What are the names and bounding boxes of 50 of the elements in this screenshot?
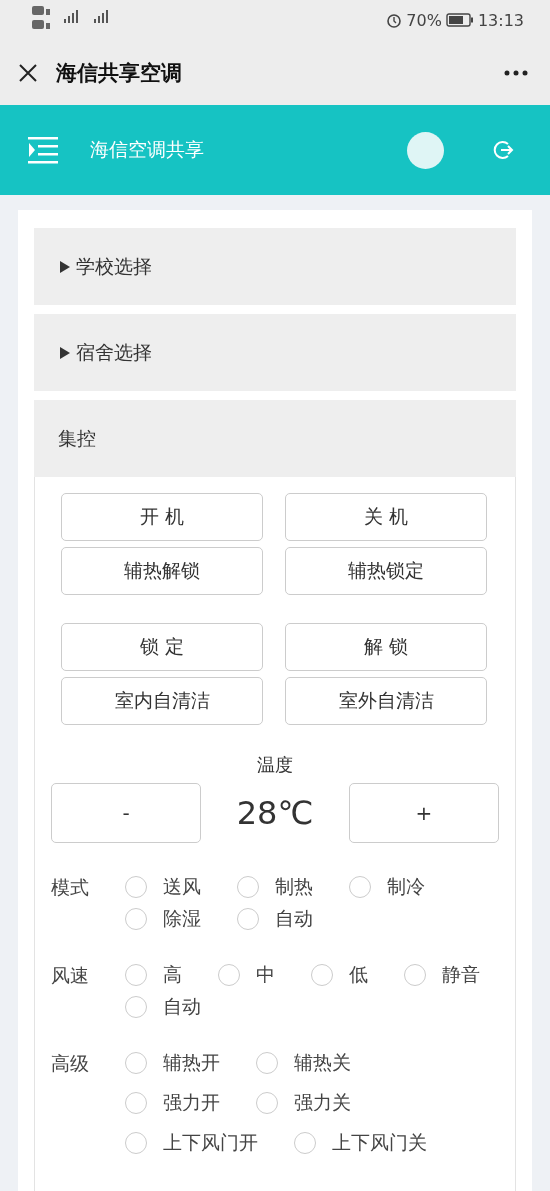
section-title: 学校选择 xyxy=(76,253,152,279)
section-title: 宿舍选择 xyxy=(76,339,152,365)
command-button[interactable]: 锁 定 xyxy=(61,623,263,671)
group-label: 模式 xyxy=(51,875,90,900)
group-label: 高级 xyxy=(51,1051,90,1076)
radio-label: 制冷 xyxy=(387,874,425,899)
radio-label: 中 xyxy=(256,962,275,987)
avatar[interactable] xyxy=(407,131,444,169)
section-title: 集控 xyxy=(58,425,96,451)
radio-label: 制热 xyxy=(275,874,313,899)
more-icon[interactable] xyxy=(504,69,528,76)
command-button[interactable]: 开 机 xyxy=(61,493,263,541)
close-icon[interactable] xyxy=(18,62,38,83)
section-header[interactable]: 学校选择 xyxy=(34,228,516,305)
menu-icon[interactable] xyxy=(28,136,58,164)
radio-label: 静音 xyxy=(442,962,480,987)
radio-label: 自动 xyxy=(163,994,201,1019)
temperature-label: 温度 xyxy=(256,753,294,777)
battery-percent: 70% xyxy=(406,10,442,30)
command-button[interactable]: 辅热锁定 xyxy=(285,547,487,595)
command-button[interactable]: 室外自清洁 xyxy=(285,677,487,725)
radio-label: 低 xyxy=(349,962,368,987)
command-button[interactable]: 关 机 xyxy=(285,493,487,541)
radio-label: 送风 xyxy=(163,874,201,899)
radio-label: 高 xyxy=(163,962,182,987)
collapsed-caret-icon xyxy=(60,260,70,273)
decrease-button[interactable]: - xyxy=(51,783,201,843)
window-title: 海信共享空调 xyxy=(56,59,183,87)
command-button[interactable]: 室内自清洁 xyxy=(61,677,263,725)
radio-label: 上下风门开 xyxy=(163,1130,258,1155)
collapsed-caret-icon xyxy=(60,346,70,359)
radio-label: 辅热关 xyxy=(294,1050,351,1075)
radio-label: 强力开 xyxy=(163,1090,220,1115)
radio-label: 强力关 xyxy=(294,1090,351,1115)
section-header[interactable]: 宿舍选择 xyxy=(34,314,516,391)
battery-icon xyxy=(445,13,474,27)
command-button[interactable]: 辅热解锁 xyxy=(61,547,263,595)
alarm-icon xyxy=(386,12,403,28)
group-label: 风速 xyxy=(51,963,90,988)
section-header[interactable]: 集控 xyxy=(34,400,516,477)
app-title: 海信空调共享 xyxy=(90,137,205,162)
increase-button[interactable]: + xyxy=(349,783,499,843)
clock-time: 13:13 xyxy=(477,10,524,30)
radio-label: 辅热开 xyxy=(163,1050,220,1075)
command-button[interactable]: 解 锁 xyxy=(285,623,487,671)
radio-label: 除湿 xyxy=(163,906,201,931)
logout-icon[interactable] xyxy=(492,139,514,161)
radio-label: 上下风门关 xyxy=(332,1130,427,1155)
radio-label: 自动 xyxy=(275,906,313,931)
temperature-value: 28℃ xyxy=(236,794,314,832)
